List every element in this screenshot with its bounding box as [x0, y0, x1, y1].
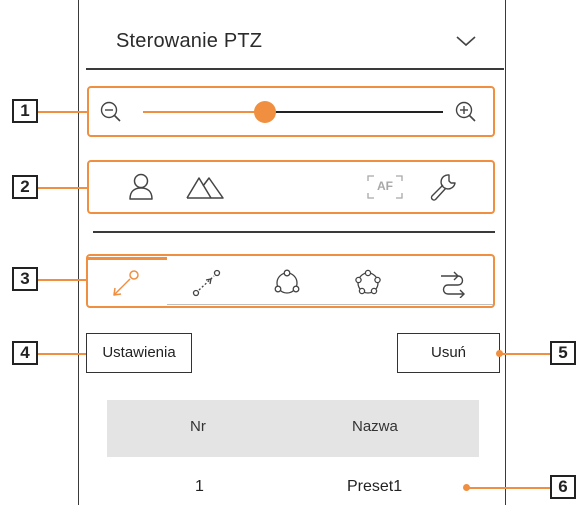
panel-title: Sterowanie PTZ — [116, 30, 263, 52]
zoom-control — [87, 86, 495, 137]
zoom-slider-fill — [143, 111, 265, 113]
column-header-nr: Nr — [190, 418, 206, 435]
tab-underline — [167, 304, 247, 305]
callout-6: 6 — [550, 475, 576, 499]
zoom-slider-thumb[interactable] — [254, 101, 276, 123]
tab-underline — [247, 304, 327, 305]
callout-3-leader — [38, 279, 88, 281]
group-tab-icon[interactable] — [272, 268, 302, 298]
user-icon[interactable] — [127, 172, 155, 202]
landscape-icon[interactable] — [185, 172, 225, 202]
tab-underline — [407, 304, 493, 305]
callout-3: 3 — [12, 267, 38, 291]
tour-tab-icon[interactable] — [353, 268, 383, 298]
camera-functions: AF — [87, 160, 495, 214]
callout-5-leader — [502, 353, 550, 355]
row-name: Preset1 — [347, 478, 403, 495]
callout-4-leader — [38, 353, 90, 355]
settings-button[interactable]: Ustawienia — [86, 333, 192, 373]
header-divider — [86, 68, 504, 70]
callout-2-leader — [38, 187, 88, 189]
table-row[interactable]: 1 Preset1 — [107, 470, 479, 500]
preset-tab-icon[interactable] — [111, 268, 141, 298]
tab-underline — [327, 304, 407, 305]
section-divider — [93, 231, 495, 233]
column-header-name: Nazwa — [352, 418, 398, 435]
trace-tab-icon[interactable] — [438, 268, 468, 298]
panel-left-border — [78, 0, 79, 505]
callout-6-leader — [469, 487, 550, 489]
callout-1-leader — [38, 111, 88, 113]
panel-right-border — [505, 0, 506, 505]
tab-active-indicator — [87, 257, 167, 260]
callout-2: 2 — [12, 175, 38, 199]
zoom-slider[interactable] — [143, 101, 443, 123]
af-label: AF — [377, 179, 393, 193]
wrench-icon[interactable] — [427, 171, 459, 203]
af-icon[interactable]: AF — [365, 172, 405, 202]
callout-1: 1 — [12, 99, 38, 123]
preset-table-header: Nr Nazwa — [107, 400, 479, 457]
callout-4: 4 — [12, 341, 38, 365]
zoom-in-icon[interactable] — [454, 100, 478, 124]
row-nr: 1 — [195, 478, 204, 495]
delete-button[interactable]: Usuń — [397, 333, 500, 373]
chevron-down-icon[interactable] — [455, 34, 477, 48]
zoom-out-icon[interactable] — [99, 100, 123, 124]
callout-5: 5 — [550, 341, 576, 365]
swing-tab-icon[interactable] — [192, 268, 222, 298]
